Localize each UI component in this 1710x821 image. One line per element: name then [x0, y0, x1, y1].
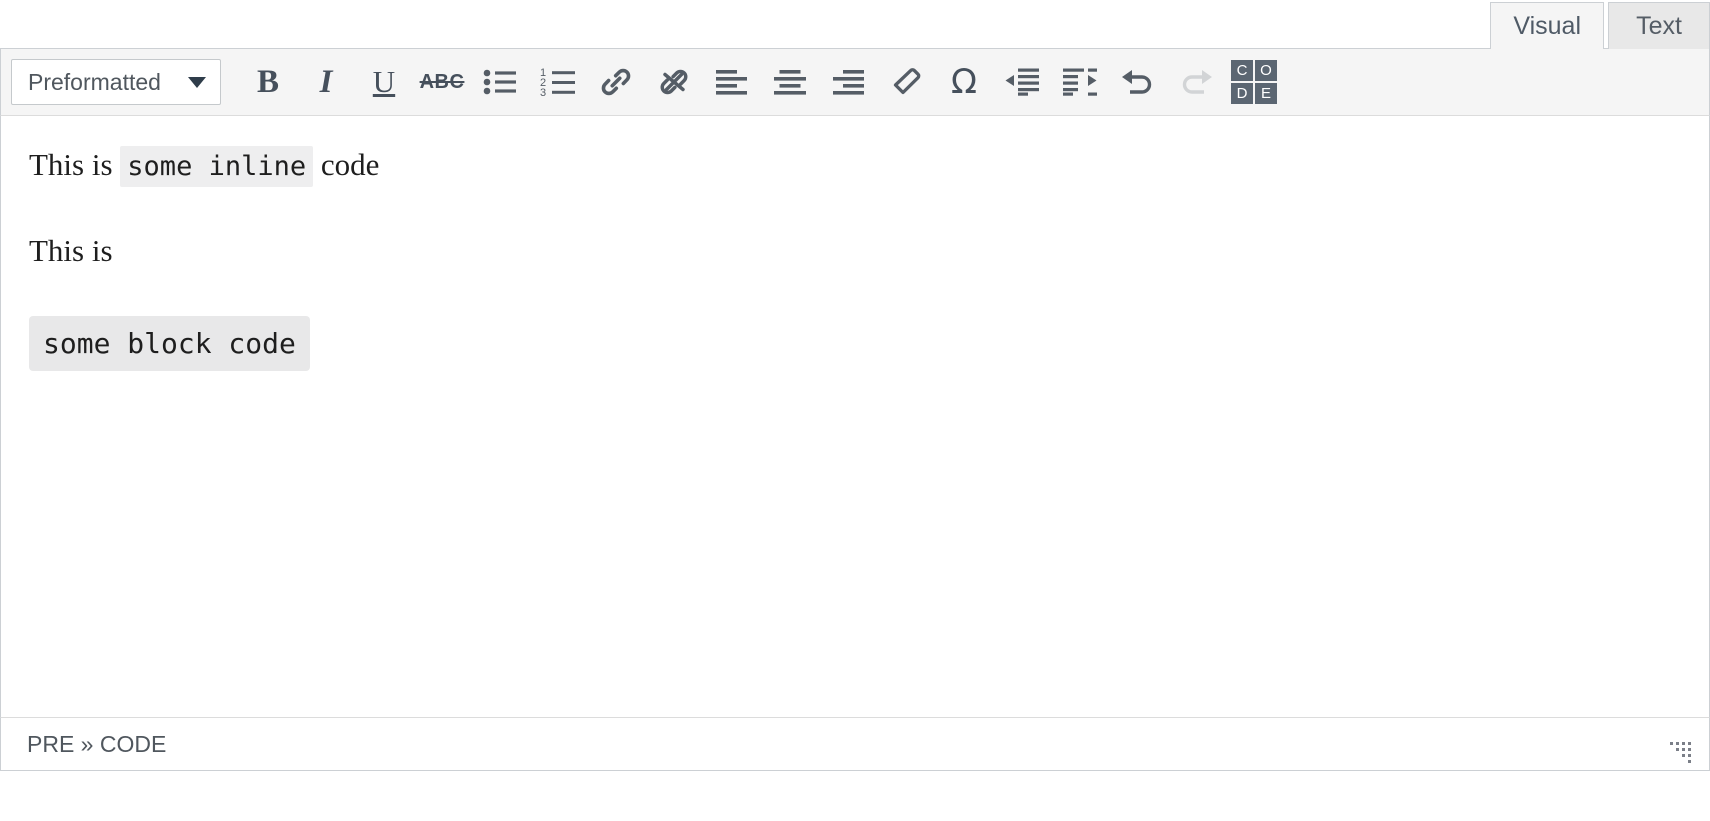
align-right-icon — [831, 67, 865, 97]
underline-icon: U — [372, 64, 396, 99]
outdent-button[interactable] — [993, 55, 1051, 109]
svg-text:3: 3 — [540, 87, 546, 97]
special-character-button[interactable]: Ω — [935, 55, 993, 109]
align-center-button[interactable] — [761, 55, 819, 109]
tab-visual[interactable]: Visual — [1490, 2, 1604, 49]
paragraph-inline-code: This is some inline code — [29, 144, 1681, 187]
omega-icon: Ω — [951, 62, 977, 102]
strikethrough-button[interactable]: ABC — [413, 55, 471, 109]
code-block-button[interactable]: C O D E — [1225, 55, 1283, 109]
italic-icon: I — [319, 63, 333, 100]
undo-icon — [1119, 66, 1157, 98]
tinymce-editor: Visual Text Preformatted B I U ABC 1 2 3… — [0, 0, 1710, 821]
bold-button[interactable]: B — [239, 55, 297, 109]
bold-icon: B — [256, 63, 279, 100]
strikethrough-icon: ABC — [419, 70, 465, 93]
code-icon-letter-o: O — [1255, 60, 1277, 81]
code-icon-letter-e: E — [1255, 83, 1277, 104]
editor-content-area[interactable]: This is some inline code This is some bl… — [0, 116, 1710, 717]
eraser-icon — [888, 64, 924, 100]
redo-button[interactable] — [1167, 55, 1225, 109]
element-path-breadcrumb[interactable]: PRE » CODE — [27, 731, 166, 758]
format-select[interactable]: Preformatted — [11, 59, 221, 105]
indent-button[interactable] — [1051, 55, 1109, 109]
editor-toolbar: Preformatted B I U ABC 1 2 3 Ω C O D E — [0, 48, 1710, 116]
resize-grip-icon[interactable] — [1665, 737, 1691, 763]
italic-button[interactable]: I — [297, 55, 355, 109]
editor-statusbar: PRE » CODE — [0, 717, 1710, 771]
remove-link-button[interactable] — [645, 55, 703, 109]
redo-icon — [1177, 66, 1215, 98]
align-left-icon — [715, 67, 749, 97]
bulleted-list-icon — [483, 67, 517, 97]
align-center-icon — [773, 67, 807, 97]
indent-icon — [1062, 67, 1098, 97]
numbered-list-icon: 1 2 3 — [540, 67, 576, 97]
align-right-button[interactable] — [819, 55, 877, 109]
outdent-icon — [1004, 67, 1040, 97]
code-icon-letter-c: C — [1231, 60, 1253, 81]
inline-code-text: some inline — [120, 146, 314, 187]
underline-button[interactable]: U — [355, 55, 413, 109]
numbered-list-button[interactable]: 1 2 3 — [529, 55, 587, 109]
clear-formatting-button[interactable] — [877, 55, 935, 109]
bulleted-list-button[interactable] — [471, 55, 529, 109]
editor-mode-tabs: Visual Text — [0, 0, 1710, 49]
paragraph-this-is: This is — [29, 232, 113, 268]
chevron-down-icon — [188, 76, 206, 88]
format-select-value: Preformatted — [28, 68, 161, 95]
tab-visual-label: Visual — [1513, 11, 1581, 40]
insert-link-button[interactable] — [587, 55, 645, 109]
undo-button[interactable] — [1109, 55, 1167, 109]
code-block-text: some block code — [29, 315, 310, 371]
code-icon-letter-d: D — [1231, 83, 1253, 104]
align-left-button[interactable] — [703, 55, 761, 109]
code-block-icon: C O D E — [1231, 60, 1277, 104]
paragraph-1-suffix: code — [313, 147, 380, 182]
tab-text-label: Text — [1636, 11, 1682, 40]
unlink-icon — [656, 64, 692, 100]
tab-text[interactable]: Text — [1608, 2, 1710, 49]
paragraph-1-prefix: This is — [29, 147, 121, 182]
link-icon — [598, 64, 634, 100]
